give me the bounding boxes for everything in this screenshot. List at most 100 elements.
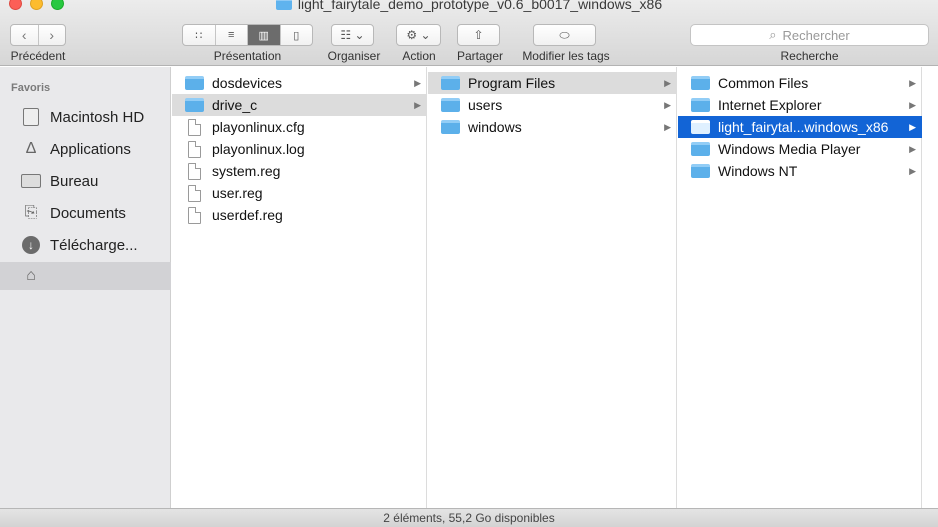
list-item[interactable]: light_fairytal...windows_x86 ▶ [678,116,922,138]
sidebar-item-label: Documents [50,204,126,222]
share-icon: ⇧ [473,28,484,42]
disclosure-arrow-icon: ▶ [909,99,916,110]
search-placeholder: Rechercher [782,27,850,43]
downloads-icon: ↓ [21,236,41,254]
back-label: Précédent [10,49,66,63]
disclosure-arrow-icon: ▶ [664,77,671,88]
window-title-text: light_fairytale_demo_prototype_v0.6_b001… [297,0,663,12]
folder-icon [185,98,204,112]
hard-drive-icon [21,108,41,126]
cover-flow-icon[interactable]: ▯ [281,25,313,45]
item-name: drive_c [212,97,258,113]
list-item[interactable]: user.reg [172,182,427,204]
share-button[interactable]: ⇧ [457,24,500,46]
list-item[interactable]: Internet Explorer ▶ [678,94,922,116]
sidebar: Favoris Macintosh HD ∆ Applications Bure… [0,67,171,508]
browser-column-3: Common Files ▶ Internet Explorer ▶ light… [678,67,922,508]
document-icon [188,206,201,224]
sidebar-item-label: Bureau [50,172,99,190]
folder-icon [691,98,710,112]
disclosure-arrow-icon: ▶ [664,99,671,110]
disclosure-arrow-icon: ▶ [414,99,421,110]
sidebar-item-label: Applications [50,140,131,158]
item-name: Windows NT [718,163,798,179]
item-name: user.reg [212,185,263,201]
folder-icon [441,120,460,134]
item-name: playonlinux.log [212,141,305,157]
sidebar-item-label: Télécharge... [50,236,138,254]
view-mode-group: ∷ ≡ ▥ ▯ [182,24,313,46]
folder-icon [691,164,710,178]
document-icon [188,184,201,202]
item-name: Windows Media Player [718,141,861,157]
item-name: Program Files [468,75,556,91]
arrange-label: Organiser [327,49,381,63]
search-icon: ⌕ [769,27,777,42]
item-name: dosdevices [212,75,283,91]
item-name: users [468,97,503,113]
browser-column-1: dosdevices ▶ drive_c ▶ playonlinux.cfg p… [172,67,427,508]
back-forward-group: ‹ › [10,24,66,46]
edit-tags-button[interactable]: ⬭ [533,24,596,46]
document-icon [188,140,201,158]
icon-view-icon[interactable]: ∷ [183,25,216,45]
disclosure-arrow-icon: ▶ [909,165,916,176]
folder-icon [691,76,710,90]
item-name: windows [468,119,522,135]
list-item[interactable]: Common Files ▶ [678,72,922,94]
list-item[interactable]: drive_c ▶ [172,94,427,116]
list-view-icon[interactable]: ≡ [216,25,248,45]
list-item[interactable]: userdef.reg [172,204,427,226]
disclosure-arrow-icon: ▶ [909,143,916,154]
list-item[interactable]: dosdevices ▶ [172,72,427,94]
action-button[interactable]: ⚙ ⌄ [396,24,441,46]
folder-icon [691,120,710,134]
forward-button[interactable]: › [39,27,66,43]
toolbar: light_fairytale_demo_prototype_v0.6_b001… [0,0,938,66]
disclosure-arrow-icon: ▶ [664,121,671,132]
browser-column-2: Program Files ▶ users ▶ windows ▶ [428,67,677,508]
arrange-button[interactable]: ☷ ⌄ [331,24,374,46]
disclosure-arrow-icon: ▶ [909,121,916,132]
search-input[interactable]: ⌕ Rechercher [690,24,929,46]
sidebar-item-home[interactable]: ⌂ [0,262,171,290]
search-label: Recherche [780,49,839,63]
gear-icon: ⚙ ⌄ [406,28,431,42]
list-item[interactable]: playonlinux.cfg [172,116,427,138]
favorites-header: Favoris [11,82,51,94]
disclosure-arrow-icon: ▶ [414,77,421,88]
desktop-icon [21,172,41,190]
item-name: Common Files [718,75,809,91]
folder-icon [275,0,292,10]
back-button[interactable]: ‹ [11,27,38,43]
home-icon: ⌂ [26,267,36,284]
list-item[interactable]: users ▶ [428,94,677,116]
sidebar-item-macintosh-hd[interactable]: Macintosh HD [0,103,171,131]
item-name: light_fairytal...windows_x86 [718,119,889,135]
list-item[interactable]: system.reg [172,160,427,182]
sidebar-item-bureau[interactable]: Bureau [0,167,171,195]
list-item[interactable]: Windows NT ▶ [678,160,922,182]
folder-icon [185,76,204,90]
status-bar: 2 éléments, 55,2 Go disponibles [0,508,938,527]
folder-icon [441,98,460,112]
folder-icon [441,76,460,90]
column-view-icon[interactable]: ▥ [248,25,281,45]
folder-icon [691,142,710,156]
sidebar-item-downloads[interactable]: ↓ Télécharge... [0,231,171,259]
arrange-icon: ☷ ⌄ [340,28,365,42]
list-item[interactable]: Windows Media Player ▶ [678,138,922,160]
list-item[interactable]: playonlinux.log [172,138,427,160]
share-label: Partager [456,49,504,63]
edit-tags-label: Modifier les tags [522,49,610,63]
list-item[interactable]: windows ▶ [428,116,677,138]
item-name: system.reg [212,163,281,179]
document-icon [188,162,201,180]
documents-icon: ⎘ [24,204,38,221]
view-label: Présentation [213,49,282,63]
sidebar-item-documents[interactable]: ⎘ Documents [0,199,171,227]
list-item[interactable]: Program Files ▶ [428,72,677,94]
item-name: playonlinux.cfg [212,119,305,135]
disclosure-arrow-icon: ▶ [909,77,916,88]
sidebar-item-applications[interactable]: ∆ Applications [0,135,171,163]
